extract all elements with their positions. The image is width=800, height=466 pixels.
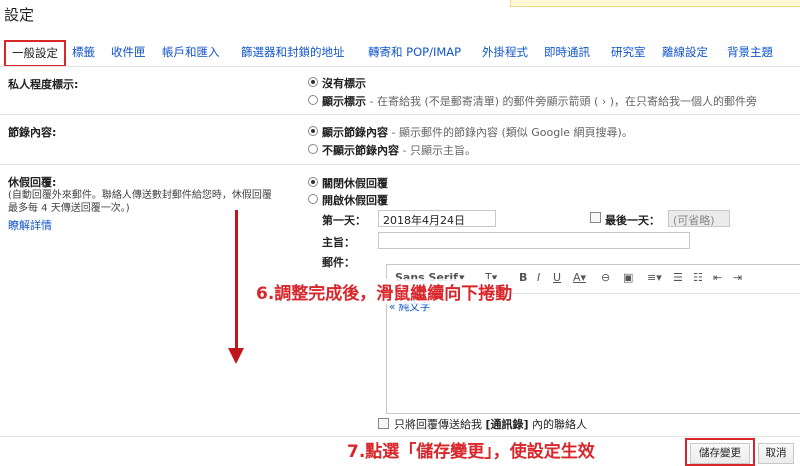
- bulleted-list-icon[interactable]: ☷: [693, 271, 703, 284]
- first-day-input[interactable]: 2018年4月24日: [378, 210, 496, 227]
- link-icon[interactable]: ⊖: [601, 271, 610, 284]
- image-icon[interactable]: ▣: [623, 271, 633, 284]
- snippets-hide-radio[interactable]: [308, 144, 318, 154]
- tab-filters[interactable]: 篩選器和封鎖的地址: [241, 44, 345, 60]
- snippets-label: 節錄內容:: [8, 126, 57, 139]
- text-color-icon[interactable]: A▾: [573, 271, 586, 284]
- bold-icon[interactable]: B: [519, 271, 527, 284]
- last-day-label: 最後一天：: [605, 214, 660, 227]
- vacation-description-line2: 最多每 4 天傳送回覆一次。): [8, 203, 130, 214]
- vacation-off-radio[interactable]: [308, 177, 318, 187]
- scroll-arrow-icon: [228, 348, 244, 364]
- divider: [0, 164, 800, 165]
- cancel-button[interactable]: 取消: [758, 443, 794, 464]
- vacation-off-option: 關閉休假回覆: [322, 177, 388, 190]
- vacation-on-radio[interactable]: [308, 194, 318, 204]
- privacy-show-option: 顯示標示 - 在寄給我 (不是郵寄清單) 的郵件旁顯示箭頭 ( › )，在只寄給…: [322, 95, 758, 108]
- step6-annotation: 6.調整完成後，滑鼠繼續向下捲動: [256, 279, 513, 304]
- tab-forwarding[interactable]: 轉寄和 POP/IMAP: [368, 44, 461, 60]
- tab-general[interactable]: 一般設定: [4, 40, 66, 67]
- tab-addons[interactable]: 外掛程式: [482, 44, 528, 60]
- numbered-list-icon[interactable]: ☰: [673, 271, 683, 284]
- save-button[interactable]: 儲存變更: [690, 443, 750, 464]
- snippets-show-option: 顯示節錄內容 - 顯示郵件的節錄內容 (類似 Google 網頁搜尋)。: [322, 126, 633, 139]
- vacation-label: 休假回覆:: [8, 176, 57, 189]
- tab-accounts[interactable]: 帳戶和匯入: [162, 44, 220, 60]
- contacts-only-label: 只將回覆傳送給我 [通訊錄] 內的聯絡人: [394, 418, 588, 431]
- privacy-show-radio[interactable]: [308, 95, 318, 105]
- notice-bar: [510, 0, 800, 7]
- indent-less-icon[interactable]: ⇤: [713, 271, 722, 284]
- snippets-show-radio[interactable]: [308, 126, 318, 136]
- tab-labels[interactable]: 標籤: [72, 44, 95, 60]
- privacy-none-radio[interactable]: [308, 77, 318, 87]
- contacts-only-checkbox[interactable]: [378, 418, 389, 429]
- snippets-hide-option: 不顯示節錄內容 - 只顯示主旨。: [322, 144, 476, 157]
- vacation-description-line1: (自動回覆外來郵件。聯絡人傳送數封郵件給您時，休假回覆: [8, 190, 272, 201]
- message-label: 郵件：: [322, 256, 355, 269]
- italic-icon[interactable]: I: [537, 271, 540, 284]
- page-title: 設定: [4, 6, 35, 24]
- divider: [0, 66, 800, 67]
- scroll-arrow-shaft: [235, 210, 238, 350]
- indent-more-icon[interactable]: ⇥: [733, 271, 742, 284]
- first-day-label: 第一天：: [322, 214, 366, 227]
- divider: [0, 114, 800, 115]
- subject-input[interactable]: [378, 232, 690, 249]
- subject-label: 主旨：: [322, 236, 355, 249]
- align-icon[interactable]: ≡▾: [647, 271, 662, 284]
- privacy-label: 私人程度標示:: [8, 78, 79, 91]
- privacy-none-option: 沒有標示: [322, 77, 366, 90]
- tab-chat[interactable]: 即時通訊: [544, 44, 590, 60]
- underline-icon[interactable]: U: [553, 271, 561, 284]
- learn-more-link[interactable]: 瞭解詳情: [8, 217, 52, 233]
- step7-annotation: 7.點選「儲存變更」，使設定生效: [347, 442, 595, 462]
- tab-offline[interactable]: 離線設定: [662, 44, 708, 60]
- tab-inbox[interactable]: 收件匣: [111, 44, 146, 60]
- vacation-on-option: 開啟休假回覆: [322, 194, 388, 207]
- last-day-input[interactable]: (可省略): [668, 210, 730, 227]
- tab-themes[interactable]: 背景主題: [727, 44, 773, 60]
- tab-labs[interactable]: 研究室: [611, 44, 646, 60]
- last-day-checkbox[interactable]: [590, 212, 601, 223]
